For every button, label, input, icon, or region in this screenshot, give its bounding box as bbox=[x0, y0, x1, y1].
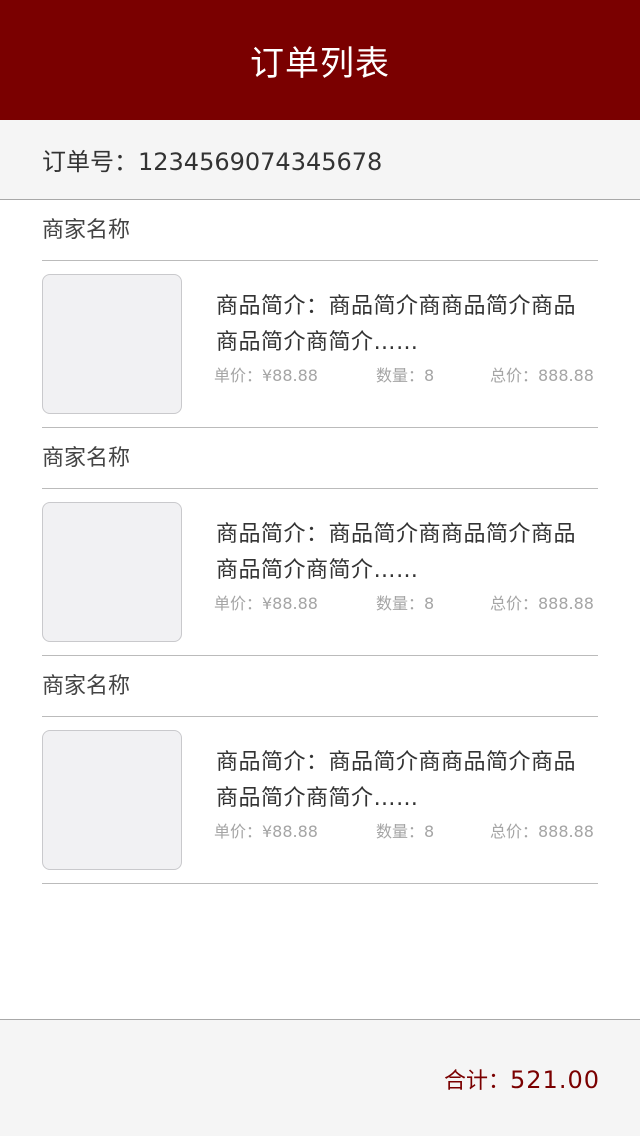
merchant-name[interactable]: 商家名称 bbox=[42, 200, 598, 261]
store-block: 商家名称 商品简介：商品简介商商品简介商品 商品简介商简介…… 单价：¥88.8… bbox=[42, 656, 598, 884]
product-item[interactable]: 商品简介：商品简介商商品简介商品 商品简介商简介…… 单价：¥88.88 数量：… bbox=[42, 261, 598, 428]
product-thumbnail[interactable] bbox=[42, 274, 182, 414]
product-description-line1: 商品简介：商品简介商商品简介商品 bbox=[216, 522, 577, 547]
quantity: 数量：8 bbox=[376, 594, 435, 613]
product-meta: 单价：¥88.88 数量：8 总价：888.88 bbox=[214, 818, 598, 842]
total-amount: 521.00 bbox=[510, 1066, 600, 1094]
merchant-name[interactable]: 商家名称 bbox=[42, 656, 598, 717]
unit-price: 单价：¥88.88 bbox=[214, 822, 318, 841]
footer-bar: 合计：521.00 bbox=[0, 1019, 640, 1136]
page-title: 订单列表 bbox=[250, 43, 390, 84]
header-bar: 订单列表 bbox=[0, 0, 640, 120]
product-description-line1: 商品简介：商品简介商商品简介商品 bbox=[216, 294, 577, 319]
order-total: 合计：521.00 bbox=[444, 1063, 600, 1095]
quantity: 数量：8 bbox=[376, 822, 435, 841]
total-price: 总价：888.88 bbox=[490, 366, 594, 385]
product-item[interactable]: 商品简介：商品简介商商品简介商品 商品简介商简介…… 单价：¥88.88 数量：… bbox=[42, 489, 598, 656]
store-block: 商家名称 商品简介：商品简介商商品简介商品 商品简介商简介…… 单价：¥88.8… bbox=[42, 200, 598, 428]
product-description: 商品简介：商品简介商商品简介商品 商品简介商简介…… bbox=[216, 289, 606, 361]
product-description-line2: 商品简介商简介…… bbox=[216, 786, 419, 811]
product-meta: 单价：¥88.88 数量：8 总价：888.88 bbox=[214, 362, 598, 386]
order-number-bar: 订单号：1234569074345678 bbox=[0, 120, 640, 200]
quantity: 数量：8 bbox=[376, 366, 435, 385]
store-block: 商家名称 商品简介：商品简介商商品简介商品 商品简介商简介…… 单价：¥88.8… bbox=[42, 428, 598, 656]
store-list: 商家名称 商品简介：商品简介商商品简介商品 商品简介商简介…… 单价：¥88.8… bbox=[0, 200, 640, 884]
total-price: 总价：888.88 bbox=[490, 822, 594, 841]
merchant-name[interactable]: 商家名称 bbox=[42, 428, 598, 489]
product-description: 商品简介：商品简介商商品简介商品 商品简介商简介…… bbox=[216, 517, 606, 589]
total-price: 总价：888.88 bbox=[490, 594, 594, 613]
product-meta: 单价：¥88.88 数量：8 总价：888.88 bbox=[214, 590, 598, 614]
product-description-line2: 商品简介商简介…… bbox=[216, 330, 419, 355]
product-description-line1: 商品简介：商品简介商商品简介商品 bbox=[216, 750, 577, 775]
product-description-line2: 商品简介商简介…… bbox=[216, 558, 419, 583]
product-thumbnail[interactable] bbox=[42, 502, 182, 642]
product-description: 商品简介：商品简介商商品简介商品 商品简介商简介…… bbox=[216, 745, 606, 817]
order-list-page: 订单列表 订单号：1234569074345678 商家名称 商品简介：商品简介… bbox=[0, 0, 640, 1136]
product-thumbnail[interactable] bbox=[42, 730, 182, 870]
order-number: 订单号：1234569074345678 bbox=[42, 148, 383, 176]
unit-price: 单价：¥88.88 bbox=[214, 594, 318, 613]
product-item[interactable]: 商品简介：商品简介商商品简介商品 商品简介商简介…… 单价：¥88.88 数量：… bbox=[42, 717, 598, 884]
total-label: 合计： bbox=[444, 1069, 511, 1094]
unit-price: 单价：¥88.88 bbox=[214, 366, 318, 385]
